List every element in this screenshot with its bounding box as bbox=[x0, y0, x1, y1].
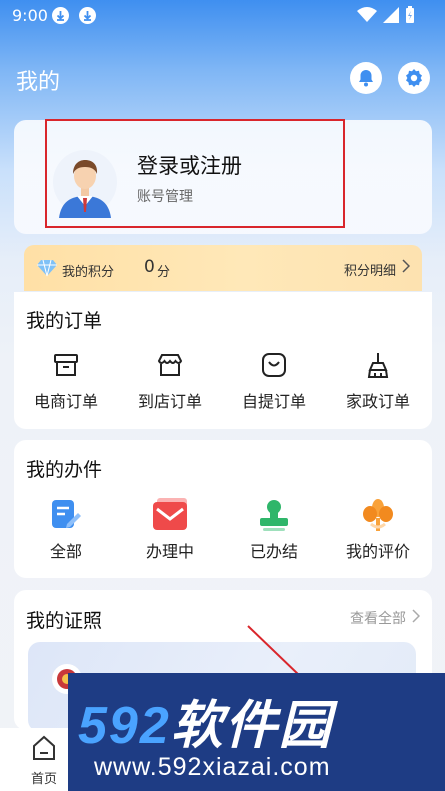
page-title: 我的 bbox=[16, 70, 61, 95]
watermark-url: www.592xiazai.com bbox=[94, 753, 331, 781]
nav-home[interactable]: 首页 bbox=[14, 734, 74, 787]
orders-card: 我的订单 电商订单 到店订单 自提订单 家政订单 bbox=[14, 292, 432, 429]
watermark: 592软件园 www.592xiazai.com bbox=[68, 673, 445, 791]
diamond-icon bbox=[37, 259, 57, 277]
gear-icon bbox=[406, 69, 422, 87]
order-item-pickup[interactable]: 自提订单 bbox=[222, 348, 326, 412]
mail-icon bbox=[153, 498, 187, 530]
affair-item-processing[interactable]: 办理中 bbox=[118, 498, 222, 562]
affairs-card: 我的办件 全部 办理中 已办结 我的评价 bbox=[14, 440, 432, 578]
chevron-right-icon bbox=[402, 259, 410, 273]
signal-icon bbox=[383, 7, 399, 23]
storefront-icon bbox=[157, 354, 183, 376]
watermark-logo: 592软件园 bbox=[78, 697, 333, 755]
points-detail-link[interactable]: 积分明细 bbox=[344, 260, 396, 279]
status-bar: 9:00 bbox=[0, 0, 445, 32]
orders-title: 我的订单 bbox=[26, 310, 103, 332]
home-icon bbox=[33, 735, 55, 760]
view-all-link[interactable]: 查看全部 bbox=[350, 608, 406, 628]
bell-icon bbox=[359, 70, 373, 87]
download-icon bbox=[79, 7, 96, 24]
order-item-ecommerce[interactable]: 电商订单 bbox=[14, 348, 118, 412]
battery-icon bbox=[406, 6, 414, 23]
login-register-link[interactable]: 登录或注册 bbox=[137, 150, 242, 180]
broom-icon bbox=[367, 353, 389, 378]
order-item-instore[interactable]: 到店订单 bbox=[118, 348, 222, 412]
settings-button[interactable] bbox=[398, 62, 430, 94]
points-label: 我的积分 bbox=[62, 265, 115, 280]
points-value: 0 bbox=[144, 257, 155, 277]
avatar[interactable] bbox=[53, 146, 117, 218]
flower-icon bbox=[363, 499, 393, 531]
affair-item-all[interactable]: 全部 bbox=[14, 498, 118, 562]
wifi-icon bbox=[357, 7, 377, 22]
account-management-link[interactable]: 账号管理 bbox=[137, 186, 193, 206]
document-edit-icon bbox=[52, 500, 81, 528]
affair-item-completed[interactable]: 已办结 bbox=[222, 498, 326, 562]
affair-item-reviews[interactable]: 我的评价 bbox=[326, 498, 430, 562]
notification-button[interactable] bbox=[350, 62, 382, 94]
chevron-right-icon bbox=[412, 609, 420, 623]
archive-box-icon bbox=[54, 354, 78, 376]
points-banner: 我的积分 0 分 积分明细 bbox=[24, 245, 422, 291]
status-time: 9:00 bbox=[12, 6, 48, 25]
order-item-housekeeping[interactable]: 家政订单 bbox=[326, 348, 430, 412]
certificates-title: 我的证照 bbox=[26, 610, 103, 632]
stamp-icon bbox=[260, 500, 288, 531]
download-icon bbox=[52, 7, 69, 24]
nav-home-label: 首页 bbox=[30, 772, 57, 787]
points-unit: 分 bbox=[157, 265, 171, 280]
shopping-bag-icon bbox=[262, 353, 286, 377]
affairs-title: 我的办件 bbox=[26, 459, 103, 481]
